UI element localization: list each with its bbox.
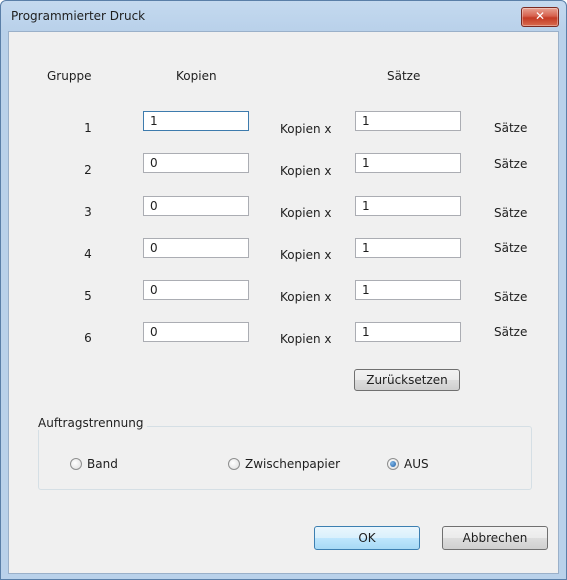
copies-x-label: Kopien x: [280, 290, 332, 304]
copies-x-label: Kopien x: [280, 122, 332, 136]
job-separation-title: Auftragstrennung: [35, 416, 147, 430]
header-sets: Sätze: [387, 69, 421, 83]
group-number: 2: [84, 163, 92, 177]
header-copies: Kopien: [176, 69, 217, 83]
window-title: Programmierter Druck: [11, 9, 146, 23]
copies-x-label: Kopien x: [280, 248, 332, 262]
copies-input-1[interactable]: [143, 111, 249, 131]
sets-label: Sätze: [494, 325, 528, 339]
copies-input-4[interactable]: [143, 238, 249, 258]
radio-off-label[interactable]: AUS: [404, 457, 429, 471]
sets-label: Sätze: [494, 241, 528, 255]
sets-input-1[interactable]: [355, 111, 461, 131]
reset-button[interactable]: Zurücksetzen: [354, 369, 460, 391]
radio-off[interactable]: [387, 458, 399, 470]
sets-input-4[interactable]: [355, 238, 461, 258]
radio-selected-dot: [390, 461, 396, 467]
sets-input-6[interactable]: [355, 322, 461, 342]
group-number: 6: [84, 331, 92, 345]
sets-label: Sätze: [494, 206, 528, 220]
ok-button[interactable]: OK: [314, 526, 420, 550]
header-group: Gruppe: [47, 69, 92, 83]
copies-x-label: Kopien x: [280, 206, 332, 220]
copies-input-5[interactable]: [143, 280, 249, 300]
title-bar[interactable]: Programmierter Druck ✕: [1, 1, 566, 31]
group-number: 3: [84, 205, 92, 219]
copies-input-2[interactable]: [143, 153, 249, 173]
copies-input-6[interactable]: [143, 322, 249, 342]
sets-input-3[interactable]: [355, 196, 461, 216]
sets-input-5[interactable]: [355, 280, 461, 300]
close-icon: ✕: [534, 9, 546, 23]
dialog-body: Gruppe Kopien Sätze 1 Kopien x Sätze 2 K…: [8, 31, 559, 574]
copies-input-3[interactable]: [143, 196, 249, 216]
radio-band[interactable]: [70, 458, 82, 470]
copies-x-label: Kopien x: [280, 164, 332, 178]
copies-x-label: Kopien x: [280, 332, 332, 346]
radio-interleave[interactable]: [228, 458, 240, 470]
cancel-button[interactable]: Abbrechen: [442, 526, 548, 550]
sets-label: Sätze: [494, 157, 528, 171]
dialog-window: Programmierter Druck ✕ Gruppe Kopien Sät…: [0, 0, 567, 580]
group-number: 1: [84, 121, 92, 135]
sets-label: Sätze: [494, 290, 528, 304]
sets-label: Sätze: [494, 121, 528, 135]
close-button[interactable]: ✕: [521, 7, 559, 27]
group-number: 5: [84, 289, 92, 303]
radio-band-label[interactable]: Band: [87, 457, 118, 471]
sets-input-2[interactable]: [355, 153, 461, 173]
radio-interleave-label[interactable]: Zwischenpapier: [245, 457, 340, 471]
group-number: 4: [84, 247, 92, 261]
